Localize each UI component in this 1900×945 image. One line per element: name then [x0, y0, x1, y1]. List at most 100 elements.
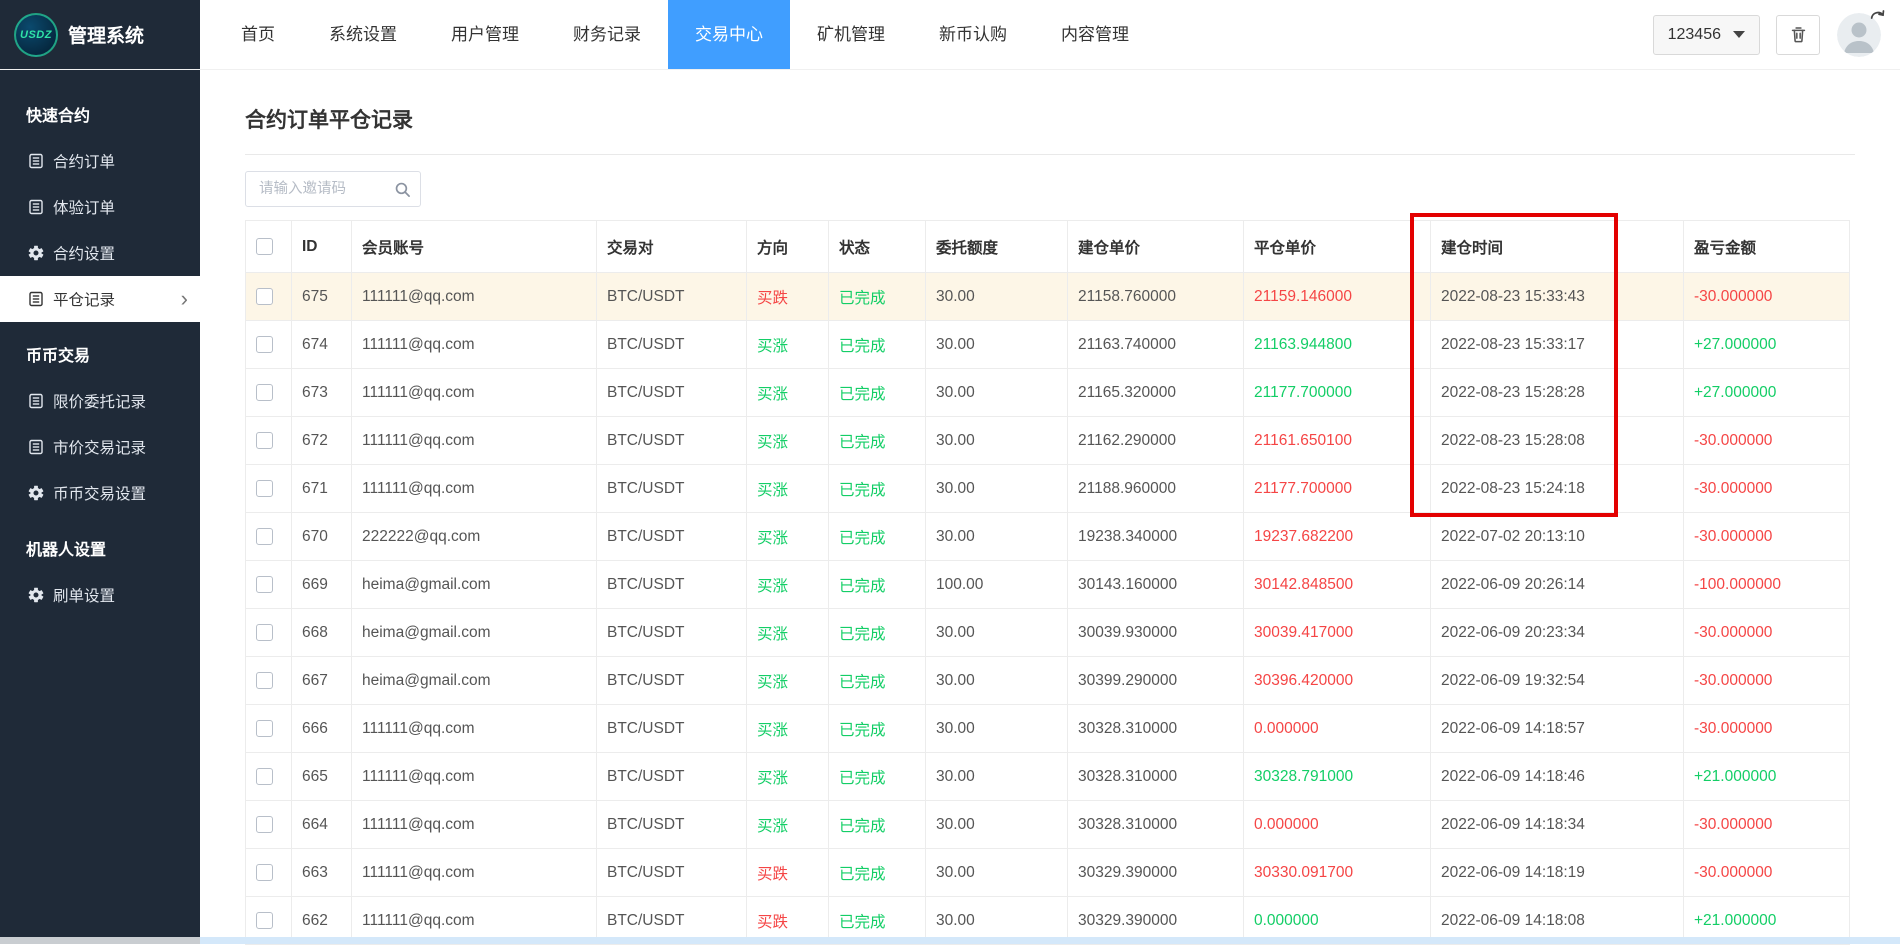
table-row: 668heima@gmail.comBTC/USDT买涨已完成30.003003… — [246, 609, 1850, 657]
cell-amount: 100.00 — [926, 561, 1068, 609]
row-select-cell — [246, 849, 292, 897]
sidebar-item[interactable]: 合约订单 — [0, 138, 200, 184]
logout-avatar-icon[interactable] — [1836, 12, 1882, 58]
trash-icon — [1789, 25, 1808, 44]
top-nav-item[interactable]: 系统设置 — [302, 0, 424, 69]
row-checkbox[interactable] — [256, 672, 273, 689]
cell-id: 663 — [292, 849, 352, 897]
cell-amount: 30.00 — [926, 369, 1068, 417]
select-all-checkbox[interactable] — [256, 238, 273, 255]
cell-account: 111111@qq.com — [352, 849, 597, 897]
sidebar-item[interactable]: 合约设置 — [0, 230, 200, 276]
user-dropdown[interactable]: 123456 — [1653, 15, 1760, 55]
row-select-cell — [246, 465, 292, 513]
column-header: 状态 — [829, 221, 926, 273]
cell-profit: +27.000000 — [1684, 369, 1850, 417]
chevron-right-icon: › — [181, 292, 188, 306]
trash-button[interactable] — [1776, 15, 1820, 55]
cell-direction: 买涨 — [747, 705, 829, 753]
gear-icon — [28, 245, 44, 261]
sidebar-item[interactable]: 刷单设置 — [0, 572, 200, 618]
top-nav-item[interactable]: 矿机管理 — [790, 0, 912, 69]
cell-status: 已完成 — [829, 657, 926, 705]
cell-close-price: 21177.700000 — [1244, 465, 1431, 513]
cell-direction: 买涨 — [747, 417, 829, 465]
sidebar-item-label: 限价委托记录 — [53, 390, 146, 412]
logout-arrow-icon — [1869, 8, 1886, 25]
sidebar-item[interactable]: 市价交易记录 — [0, 424, 200, 470]
cell-direction: 买跌 — [747, 273, 829, 321]
top-nav-item[interactable]: 财务记录 — [546, 0, 668, 69]
row-checkbox[interactable] — [256, 432, 273, 449]
cell-open-price: 21188.960000 — [1068, 465, 1244, 513]
cell-close-price: 30039.417000 — [1244, 609, 1431, 657]
cell-open-price: 21163.740000 — [1068, 321, 1244, 369]
caret-down-icon — [1733, 31, 1745, 38]
row-checkbox[interactable] — [256, 528, 273, 545]
cell-close-price: 0.000000 — [1244, 801, 1431, 849]
row-checkbox[interactable] — [256, 816, 273, 833]
cell-profit: -30.000000 — [1684, 273, 1850, 321]
cell-id: 672 — [292, 417, 352, 465]
top-nav-item[interactable]: 用户管理 — [424, 0, 546, 69]
sidebar-item[interactable]: 体验订单 — [0, 184, 200, 230]
row-checkbox[interactable] — [256, 720, 273, 737]
cell-amount: 30.00 — [926, 513, 1068, 561]
cell-open-price: 30328.310000 — [1068, 801, 1244, 849]
row-checkbox[interactable] — [256, 384, 273, 401]
top-header: USDZ 管理系统 首页系统设置用户管理财务记录交易中心矿机管理新币认购内容管理… — [0, 0, 1900, 70]
column-header: ID — [292, 221, 352, 273]
list-icon — [28, 439, 44, 455]
cell-direction: 买涨 — [747, 369, 829, 417]
search-input[interactable] — [257, 180, 394, 198]
row-checkbox[interactable] — [256, 768, 273, 785]
sidebar-item[interactable]: 限价委托记录 — [0, 378, 200, 424]
row-select-cell — [246, 513, 292, 561]
cell-status: 已完成 — [829, 513, 926, 561]
cell-amount: 30.00 — [926, 753, 1068, 801]
top-nav-item[interactable]: 内容管理 — [1034, 0, 1156, 69]
pagination-strip — [200, 937, 1900, 944]
cell-profit: -30.000000 — [1684, 465, 1850, 513]
search-icon[interactable] — [394, 181, 411, 198]
cell-close-price: 21177.700000 — [1244, 369, 1431, 417]
row-checkbox[interactable] — [256, 864, 273, 881]
row-checkbox[interactable] — [256, 912, 273, 929]
top-nav-item[interactable]: 新币认购 — [912, 0, 1034, 69]
row-select-cell — [246, 609, 292, 657]
cell-profit: -30.000000 — [1684, 657, 1850, 705]
sidebar-section-title: 机器人设置 — [0, 516, 200, 572]
column-header: 建仓时间 — [1431, 221, 1684, 273]
sidebar-item-label: 市价交易记录 — [53, 436, 146, 458]
cell-status: 已完成 — [829, 417, 926, 465]
cell-account: heima@gmail.com — [352, 609, 597, 657]
list-icon — [28, 153, 44, 169]
top-nav-item[interactable]: 首页 — [214, 0, 302, 69]
cell-account: 111111@qq.com — [352, 465, 597, 513]
sidebar-item-label: 合约订单 — [53, 150, 115, 172]
cell-amount: 30.00 — [926, 273, 1068, 321]
cell-id: 674 — [292, 321, 352, 369]
table-row: 672111111@qq.comBTC/USDT买涨已完成30.0021162.… — [246, 417, 1850, 465]
main-layout: 快速合约合约订单体验订单合约设置平仓记录›币币交易限价委托记录市价交易记录币币交… — [0, 70, 1900, 944]
top-nav-item[interactable]: 交易中心 — [668, 0, 790, 69]
row-checkbox[interactable] — [256, 624, 273, 641]
cell-account: 111111@qq.com — [352, 321, 597, 369]
row-select-cell — [246, 561, 292, 609]
cell-amount: 30.00 — [926, 465, 1068, 513]
cell-id: 667 — [292, 657, 352, 705]
cell-open-time: 2022-08-23 15:28:08 — [1431, 417, 1684, 465]
row-checkbox[interactable] — [256, 336, 273, 353]
table-row: 663111111@qq.comBTC/USDT买跌已完成30.0030329.… — [246, 849, 1850, 897]
sidebar-item-label: 体验订单 — [53, 196, 115, 218]
row-checkbox[interactable] — [256, 576, 273, 593]
row-checkbox[interactable] — [256, 480, 273, 497]
cell-open-price: 30328.310000 — [1068, 705, 1244, 753]
row-checkbox[interactable] — [256, 288, 273, 305]
sidebar-item[interactable]: 平仓记录› — [0, 276, 200, 322]
sidebar-item[interactable]: 币币交易设置 — [0, 470, 200, 516]
logo-icon: USDZ — [14, 13, 58, 57]
cell-direction: 买涨 — [747, 513, 829, 561]
cell-pair: BTC/USDT — [597, 321, 747, 369]
cell-account: heima@gmail.com — [352, 561, 597, 609]
